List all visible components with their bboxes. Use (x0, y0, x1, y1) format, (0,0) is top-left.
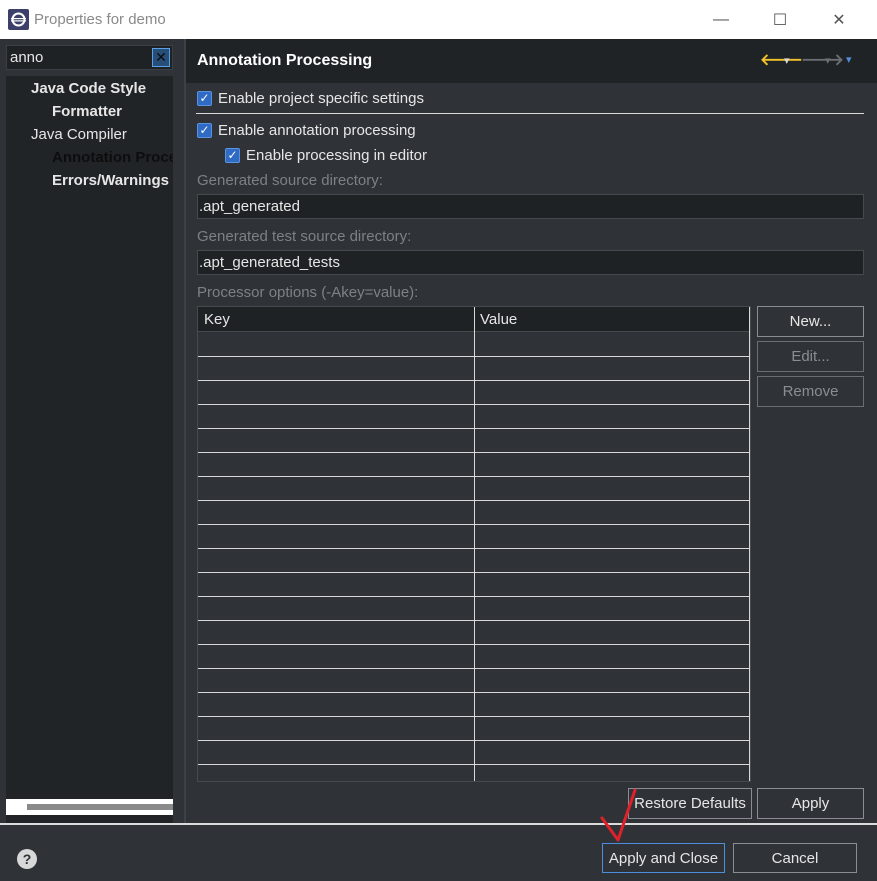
processing-in-editor-checkbox[interactable]: ✓ Enable processing in editor (225, 147, 427, 164)
remove-button-label: Remove (782, 383, 839, 400)
maximize-button[interactable]: ☐ (751, 0, 809, 39)
cancel-label: Cancel (771, 849, 819, 867)
maximize-icon: ☐ (772, 11, 788, 29)
remove-button[interactable]: Remove (757, 376, 864, 407)
red-checkmark-annotation (600, 788, 637, 842)
checkbox-checked-icon: ✓ (197, 123, 212, 138)
processor-options-table[interactable]: Key Value (197, 306, 751, 782)
new-button[interactable]: New... (757, 306, 864, 337)
help-icon[interactable]: ? (17, 849, 37, 869)
enable-annotation-processing-checkbox[interactable]: ✓ Enable annotation processing (197, 122, 416, 139)
view-menu-icon[interactable]: ▾ (846, 53, 852, 66)
dialog-footer: ? Apply and Close Cancel (0, 825, 877, 881)
clear-filter-button[interactable]: ✕ (152, 48, 170, 67)
title-bar: Properties for demo — ☐ ✕ (0, 0, 877, 39)
gen-source-dir-label: Generated source directory: (197, 172, 383, 189)
right-pane: Annotation Processing 🡐 ▾ 🡒 ▾ ▾ ✓ Enable… (186, 39, 877, 823)
filter-box: ✕ (6, 45, 173, 70)
tree-item-formatter[interactable]: Formatter (52, 103, 122, 120)
back-dropdown-icon[interactable]: ▾ (784, 54, 790, 67)
apply-and-close-label: Apply and Close (608, 849, 719, 867)
processing-in-editor-label: Enable processing in editor (246, 147, 427, 164)
page-header: Annotation Processing 🡐 ▾ 🡒 ▾ ▾ (186, 39, 877, 83)
forward-dropdown-icon[interactable]: ▾ (825, 54, 831, 67)
tree-item-annotation-processing[interactable]: Annotation Processing (52, 149, 173, 166)
apply-and-close-button[interactable]: Apply and Close (602, 843, 725, 873)
project-specific-checkbox[interactable]: ✓ Enable project specific settings (197, 90, 424, 107)
apply-label: Apply (791, 795, 830, 812)
eclipse-app-icon (8, 9, 29, 30)
edit-button[interactable]: Edit... (757, 341, 864, 372)
properties-tree: Java Code Style Formatter Java Compiler … (6, 76, 173, 824)
checkbox-checked-icon: ✓ (225, 148, 240, 163)
edit-button-label: Edit... (791, 348, 830, 365)
window-title: Properties for demo (34, 11, 166, 28)
tree-horizontal-scrollbar[interactable] (6, 799, 173, 815)
column-divider (474, 307, 475, 781)
cancel-button[interactable]: Cancel (733, 843, 857, 873)
new-button-label: New... (789, 313, 832, 330)
tree-item-errors-warnings[interactable]: Errors/Warnings (52, 172, 169, 189)
forward-arrow-icon[interactable]: 🡒 (801, 49, 844, 70)
minimize-icon: — (713, 10, 729, 28)
column-header-key[interactable]: Key (204, 311, 230, 328)
back-arrow-icon[interactable]: 🡐 (760, 49, 803, 70)
close-icon: ✕ (832, 11, 846, 29)
close-window-button[interactable]: ✕ (810, 0, 868, 39)
tree-item-java-code-style[interactable]: Java Code Style (31, 80, 146, 97)
filter-input[interactable] (7, 46, 152, 69)
page-title: Annotation Processing (197, 52, 373, 69)
apply-button[interactable]: Apply (757, 788, 864, 819)
project-specific-label: Enable project specific settings (218, 90, 424, 107)
restore-defaults-button[interactable]: Restore Defaults (628, 788, 752, 819)
gen-test-source-dir-label: Generated test source directory: (197, 228, 412, 245)
gen-test-source-dir-field[interactable]: .apt_generated_tests (197, 250, 864, 275)
column-divider (749, 307, 750, 781)
scrollbar-thumb[interactable] (27, 804, 173, 810)
separator (196, 113, 864, 114)
gen-source-dir-field[interactable]: .apt_generated (197, 194, 864, 219)
restore-defaults-label: Restore Defaults (634, 795, 746, 812)
checkbox-checked-icon: ✓ (197, 91, 212, 106)
minimize-button[interactable]: — (692, 0, 750, 39)
column-header-value[interactable]: Value (480, 311, 517, 328)
processor-options-label: Processor options (-Akey=value): (197, 284, 419, 301)
tree-item-java-compiler[interactable]: Java Compiler (31, 126, 127, 143)
left-pane: ✕ Java Code Style Formatter Java Compile… (0, 39, 184, 824)
clear-icon: ✕ (155, 49, 167, 65)
enable-annotation-processing-label: Enable annotation processing (218, 122, 416, 139)
